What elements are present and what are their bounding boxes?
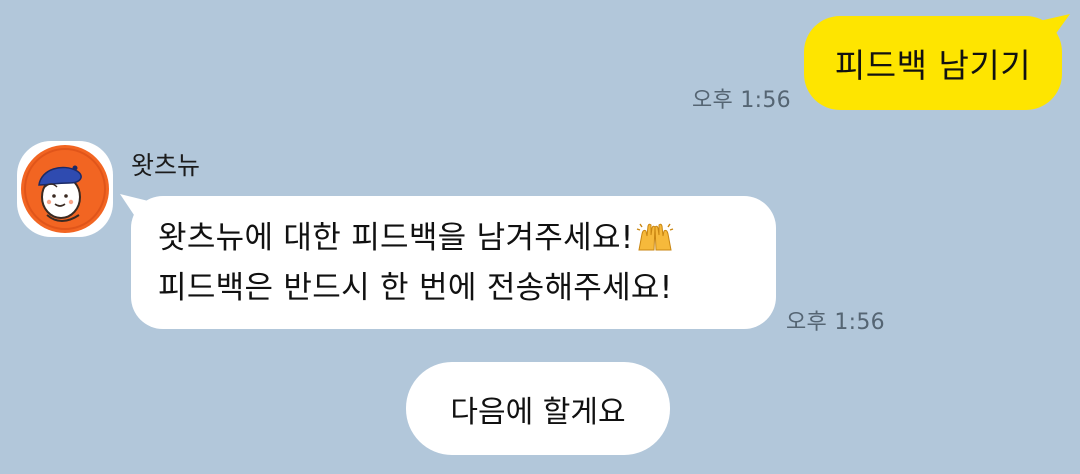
raising-hands-emoji-icon	[636, 219, 674, 265]
quick-reply-button[interactable]: 다음에 할게요	[406, 362, 670, 455]
outgoing-message-text: 피드백 남기기	[834, 46, 1032, 85]
outgoing-timestamp: 오후 1:56	[692, 88, 791, 113]
incoming-message-line-2: 피드백은 반드시 한 번에 전송해주세요!	[158, 270, 673, 306]
incoming-message-line-1-text: 왓츠뉴에 대한 피드백을 남겨주세요!	[158, 220, 634, 256]
sender-name: 왓츠뉴	[131, 151, 201, 180]
incoming-timestamp: 오후 1:56	[786, 310, 885, 335]
outgoing-message-bubble[interactable]: 피드백 남기기	[804, 16, 1062, 110]
incoming-message-line-1: 왓츠뉴에 대한 피드백을 남겨주세요!	[158, 215, 756, 265]
orange-character-avatar-icon	[21, 145, 109, 233]
incoming-message-bubble[interactable]: 왓츠뉴에 대한 피드백을 남겨주세요! 피드백은 반드시 한 번에 전송해주세요…	[131, 196, 776, 329]
quick-reply-label: 다음에 할게요	[450, 394, 626, 430]
sender-avatar[interactable]	[17, 141, 113, 237]
